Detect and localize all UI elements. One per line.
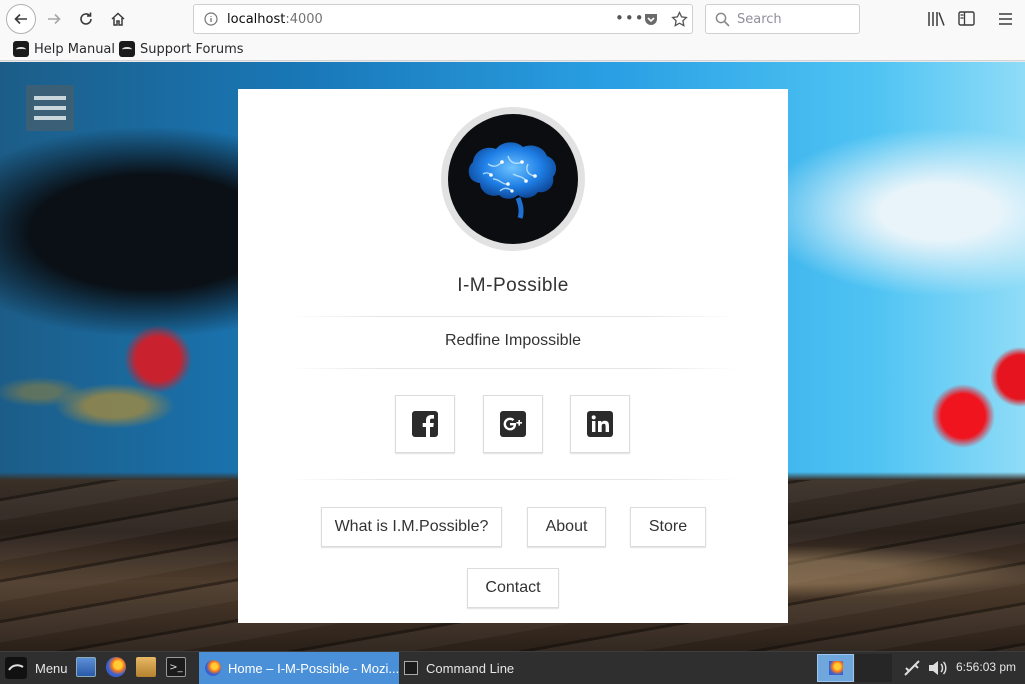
google-plus-button[interactable] (483, 395, 543, 453)
forward-arrow-icon (48, 13, 61, 25)
info-icon (204, 12, 218, 26)
menu-label: Menu (35, 660, 68, 676)
facebook-button[interactable] (395, 395, 455, 453)
home-icon (111, 12, 125, 26)
linux-mint-icon (13, 41, 29, 57)
start-menu-button[interactable]: Menu (5, 652, 68, 684)
bookmarks-toolbar: Help Manual Support Forums (0, 38, 1025, 61)
firefox-icon (828, 661, 843, 675)
clock: 6:56:03 pm (956, 660, 1017, 674)
what-is-button[interactable]: What is I.M.Possible? (321, 507, 502, 547)
reload-button[interactable] (72, 5, 100, 33)
page-viewport: I-M-Possible Redfine Impossible What is … (0, 62, 1025, 651)
contact-button[interactable]: Contact (467, 568, 559, 608)
workspace-switcher[interactable] (817, 654, 854, 682)
linkedin-icon (587, 411, 613, 437)
bookmark-label: Support Forums (140, 41, 244, 57)
hamburger-icon-bar (34, 116, 66, 120)
bookmark-star-icon[interactable] (671, 11, 688, 28)
hamburger-icon-bar (34, 106, 66, 110)
linkedin-button[interactable] (570, 395, 630, 453)
taskbar: Menu >_ Home – I-M-Possible - Mozi... Co… (0, 651, 1025, 684)
forward-button[interactable] (40, 5, 68, 33)
taskbar-window-command-line[interactable]: Command Line (404, 652, 604, 684)
divider (288, 316, 738, 317)
window-label: Command Line (426, 660, 515, 676)
google-plus-icon (500, 411, 526, 437)
library-icon[interactable] (927, 11, 945, 27)
reload-icon (80, 12, 92, 25)
hamburger-icon-bar (34, 96, 66, 100)
back-button[interactable] (6, 4, 36, 34)
bookmark-help-manual[interactable]: Help Manual (13, 41, 115, 57)
site-menu-button[interactable] (26, 85, 74, 131)
divider (288, 479, 738, 480)
home-folder-icon[interactable] (136, 657, 156, 677)
menu-icon[interactable] (998, 12, 1013, 26)
sidebar-icon[interactable] (958, 11, 975, 26)
browser-toolbar: localhost:4000 ••• Search (0, 0, 1025, 38)
taskbar-window-firefox[interactable]: Home – I-M-Possible - Mozi... (199, 652, 399, 684)
firefox-icon (205, 660, 221, 676)
avatar (441, 107, 585, 251)
site-title: I-M-Possible (457, 275, 569, 296)
search-icon (715, 12, 730, 27)
back-arrow-icon (14, 13, 27, 25)
url-text: localhost:4000 (227, 12, 323, 27)
bookmark-label: Help Manual (34, 41, 116, 57)
search-placeholder: Search (737, 12, 782, 27)
terminal-launcher-icon[interactable]: >_ (166, 657, 186, 677)
linux-mint-icon (5, 657, 27, 679)
divider (288, 368, 738, 369)
home-button[interactable] (104, 5, 132, 33)
workspace-2[interactable] (855, 654, 892, 682)
network-icon[interactable] (903, 659, 921, 677)
brain-logo (448, 114, 578, 244)
url-bar[interactable]: localhost:4000 ••• (193, 4, 693, 34)
terminal-icon (404, 661, 418, 675)
tagline: Redfine Impossible (444, 332, 582, 349)
show-desktop-icon[interactable] (76, 657, 96, 677)
brain-icon (468, 142, 557, 219)
pocket-icon[interactable] (643, 11, 659, 27)
bookmark-support-forums[interactable]: Support Forums (119, 41, 244, 57)
linux-mint-icon (119, 41, 135, 57)
search-bar[interactable]: Search (705, 4, 860, 34)
about-button[interactable]: About (527, 507, 606, 547)
volume-icon[interactable] (927, 659, 947, 677)
window-label: Home – I-M-Possible - Mozi... (227, 660, 399, 676)
facebook-icon (412, 411, 438, 437)
profile-card: I-M-Possible Redfine Impossible What is … (238, 89, 788, 623)
firefox-launcher-icon[interactable] (106, 657, 126, 677)
store-button[interactable]: Store (630, 507, 706, 547)
page-actions-icon[interactable]: ••• (615, 9, 645, 27)
